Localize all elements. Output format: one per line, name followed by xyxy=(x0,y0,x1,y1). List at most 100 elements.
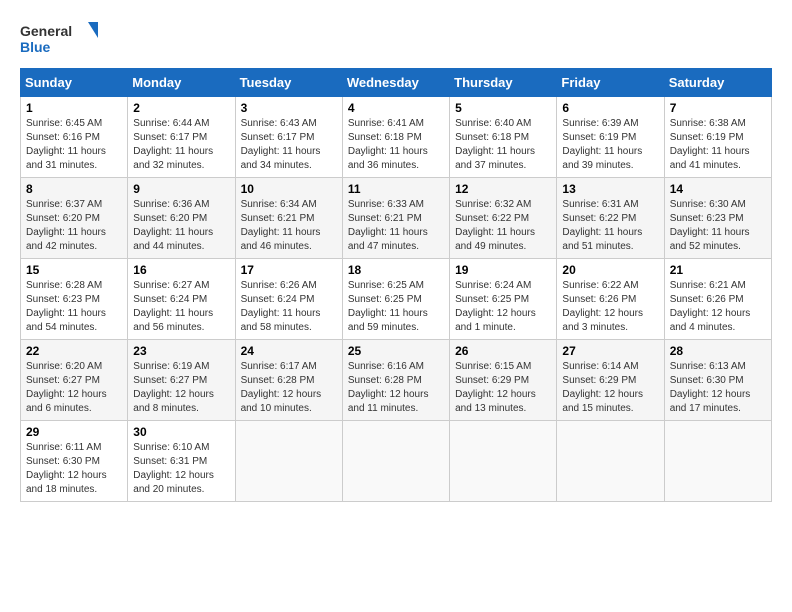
cell-content: Sunrise: 6:10 AM Sunset: 6:31 PM Dayligh… xyxy=(133,441,229,497)
cell-content: Sunrise: 6:21 AM Sunset: 6:26 PM Dayligh… xyxy=(670,279,766,335)
day-number: 25 xyxy=(348,344,444,358)
calendar-week-row: 29 Sunrise: 6:11 AM Sunset: 6:30 PM Dayl… xyxy=(21,421,772,502)
day-number: 9 xyxy=(133,182,229,196)
calendar-cell: 22 Sunrise: 6:20 AM Sunset: 6:27 PM Dayl… xyxy=(21,340,128,421)
day-number: 18 xyxy=(348,263,444,277)
calendar-cell xyxy=(450,421,557,502)
sunset-label: Sunset: 6:31 PM xyxy=(133,456,207,467)
sunset-label: Sunset: 6:23 PM xyxy=(26,294,100,305)
calendar-cell: 5 Sunrise: 6:40 AM Sunset: 6:18 PM Dayli… xyxy=(450,97,557,178)
sunset-label: Sunset: 6:28 PM xyxy=(348,375,422,386)
daylight-label: Daylight: 11 hours and 56 minutes. xyxy=(133,308,213,333)
sunset-label: Sunset: 6:18 PM xyxy=(348,132,422,143)
daylight-label: Daylight: 11 hours and 46 minutes. xyxy=(241,227,321,252)
sunrise-label: Sunrise: 6:15 AM xyxy=(455,361,531,372)
cell-content: Sunrise: 6:27 AM Sunset: 6:24 PM Dayligh… xyxy=(133,279,229,335)
calendar-cell: 4 Sunrise: 6:41 AM Sunset: 6:18 PM Dayli… xyxy=(342,97,449,178)
sunrise-label: Sunrise: 6:32 AM xyxy=(455,199,531,210)
daylight-label: Daylight: 11 hours and 34 minutes. xyxy=(241,146,321,171)
cell-content: Sunrise: 6:31 AM Sunset: 6:22 PM Dayligh… xyxy=(562,198,658,254)
sunset-label: Sunset: 6:19 PM xyxy=(670,132,744,143)
day-number: 26 xyxy=(455,344,551,358)
calendar-cell: 10 Sunrise: 6:34 AM Sunset: 6:21 PM Dayl… xyxy=(235,178,342,259)
sunset-label: Sunset: 6:16 PM xyxy=(26,132,100,143)
cell-content: Sunrise: 6:44 AM Sunset: 6:17 PM Dayligh… xyxy=(133,117,229,173)
daylight-label: Daylight: 11 hours and 41 minutes. xyxy=(670,146,750,171)
cell-content: Sunrise: 6:13 AM Sunset: 6:30 PM Dayligh… xyxy=(670,360,766,416)
calendar-cell: 19 Sunrise: 6:24 AM Sunset: 6:25 PM Dayl… xyxy=(450,259,557,340)
sunset-label: Sunset: 6:24 PM xyxy=(133,294,207,305)
daylight-label: Daylight: 11 hours and 51 minutes. xyxy=(562,227,642,252)
sunrise-label: Sunrise: 6:33 AM xyxy=(348,199,424,210)
sunrise-label: Sunrise: 6:39 AM xyxy=(562,118,638,129)
day-number: 23 xyxy=(133,344,229,358)
calendar-cell: 7 Sunrise: 6:38 AM Sunset: 6:19 PM Dayli… xyxy=(664,97,771,178)
day-number: 20 xyxy=(562,263,658,277)
cell-content: Sunrise: 6:22 AM Sunset: 6:26 PM Dayligh… xyxy=(562,279,658,335)
daylight-label: Daylight: 11 hours and 52 minutes. xyxy=(670,227,750,252)
daylight-label: Daylight: 11 hours and 39 minutes. xyxy=(562,146,642,171)
sunrise-label: Sunrise: 6:30 AM xyxy=(670,199,746,210)
calendar-cell: 17 Sunrise: 6:26 AM Sunset: 6:24 PM Dayl… xyxy=(235,259,342,340)
calendar-cell: 28 Sunrise: 6:13 AM Sunset: 6:30 PM Dayl… xyxy=(664,340,771,421)
sunrise-label: Sunrise: 6:25 AM xyxy=(348,280,424,291)
day-header-wednesday: Wednesday xyxy=(342,69,449,97)
logo: General Blue xyxy=(20,20,100,58)
calendar-header-row: SundayMondayTuesdayWednesdayThursdayFrid… xyxy=(21,69,772,97)
cell-content: Sunrise: 6:38 AM Sunset: 6:19 PM Dayligh… xyxy=(670,117,766,173)
sunrise-label: Sunrise: 6:45 AM xyxy=(26,118,102,129)
calendar-cell: 12 Sunrise: 6:32 AM Sunset: 6:22 PM Dayl… xyxy=(450,178,557,259)
calendar-week-row: 1 Sunrise: 6:45 AM Sunset: 6:16 PM Dayli… xyxy=(21,97,772,178)
calendar-cell: 20 Sunrise: 6:22 AM Sunset: 6:26 PM Dayl… xyxy=(557,259,664,340)
calendar-cell: 11 Sunrise: 6:33 AM Sunset: 6:21 PM Dayl… xyxy=(342,178,449,259)
day-number: 6 xyxy=(562,101,658,115)
sunrise-label: Sunrise: 6:40 AM xyxy=(455,118,531,129)
cell-content: Sunrise: 6:17 AM Sunset: 6:28 PM Dayligh… xyxy=(241,360,337,416)
day-number: 4 xyxy=(348,101,444,115)
cell-content: Sunrise: 6:43 AM Sunset: 6:17 PM Dayligh… xyxy=(241,117,337,173)
calendar-cell: 27 Sunrise: 6:14 AM Sunset: 6:29 PM Dayl… xyxy=(557,340,664,421)
day-number: 7 xyxy=(670,101,766,115)
calendar-week-row: 22 Sunrise: 6:20 AM Sunset: 6:27 PM Dayl… xyxy=(21,340,772,421)
cell-content: Sunrise: 6:11 AM Sunset: 6:30 PM Dayligh… xyxy=(26,441,122,497)
calendar-week-row: 8 Sunrise: 6:37 AM Sunset: 6:20 PM Dayli… xyxy=(21,178,772,259)
day-number: 30 xyxy=(133,425,229,439)
calendar-cell: 13 Sunrise: 6:31 AM Sunset: 6:22 PM Dayl… xyxy=(557,178,664,259)
day-number: 13 xyxy=(562,182,658,196)
cell-content: Sunrise: 6:19 AM Sunset: 6:27 PM Dayligh… xyxy=(133,360,229,416)
sunrise-label: Sunrise: 6:37 AM xyxy=(26,199,102,210)
sunset-label: Sunset: 6:21 PM xyxy=(241,213,315,224)
calendar-cell: 24 Sunrise: 6:17 AM Sunset: 6:28 PM Dayl… xyxy=(235,340,342,421)
sunrise-label: Sunrise: 6:10 AM xyxy=(133,442,209,453)
day-header-friday: Friday xyxy=(557,69,664,97)
sunset-label: Sunset: 6:19 PM xyxy=(562,132,636,143)
cell-content: Sunrise: 6:40 AM Sunset: 6:18 PM Dayligh… xyxy=(455,117,551,173)
calendar-cell: 21 Sunrise: 6:21 AM Sunset: 6:26 PM Dayl… xyxy=(664,259,771,340)
daylight-label: Daylight: 11 hours and 32 minutes. xyxy=(133,146,213,171)
sunset-label: Sunset: 6:27 PM xyxy=(26,375,100,386)
calendar-table: SundayMondayTuesdayWednesdayThursdayFrid… xyxy=(20,68,772,502)
daylight-label: Daylight: 11 hours and 36 minutes. xyxy=(348,146,428,171)
daylight-label: Daylight: 12 hours and 1 minute. xyxy=(455,308,536,333)
day-number: 10 xyxy=(241,182,337,196)
day-header-saturday: Saturday xyxy=(664,69,771,97)
daylight-label: Daylight: 11 hours and 31 minutes. xyxy=(26,146,106,171)
daylight-label: Daylight: 12 hours and 6 minutes. xyxy=(26,389,107,414)
day-number: 27 xyxy=(562,344,658,358)
sunset-label: Sunset: 6:20 PM xyxy=(26,213,100,224)
sunrise-label: Sunrise: 6:27 AM xyxy=(133,280,209,291)
calendar-cell: 29 Sunrise: 6:11 AM Sunset: 6:30 PM Dayl… xyxy=(21,421,128,502)
header: General Blue xyxy=(20,20,772,58)
cell-content: Sunrise: 6:41 AM Sunset: 6:18 PM Dayligh… xyxy=(348,117,444,173)
sunset-label: Sunset: 6:21 PM xyxy=(348,213,422,224)
sunrise-label: Sunrise: 6:31 AM xyxy=(562,199,638,210)
calendar-cell: 9 Sunrise: 6:36 AM Sunset: 6:20 PM Dayli… xyxy=(128,178,235,259)
sunset-label: Sunset: 6:25 PM xyxy=(455,294,529,305)
sunrise-label: Sunrise: 6:16 AM xyxy=(348,361,424,372)
cell-content: Sunrise: 6:30 AM Sunset: 6:23 PM Dayligh… xyxy=(670,198,766,254)
sunrise-label: Sunrise: 6:38 AM xyxy=(670,118,746,129)
cell-content: Sunrise: 6:26 AM Sunset: 6:24 PM Dayligh… xyxy=(241,279,337,335)
cell-content: Sunrise: 6:28 AM Sunset: 6:23 PM Dayligh… xyxy=(26,279,122,335)
cell-content: Sunrise: 6:32 AM Sunset: 6:22 PM Dayligh… xyxy=(455,198,551,254)
calendar-cell xyxy=(557,421,664,502)
